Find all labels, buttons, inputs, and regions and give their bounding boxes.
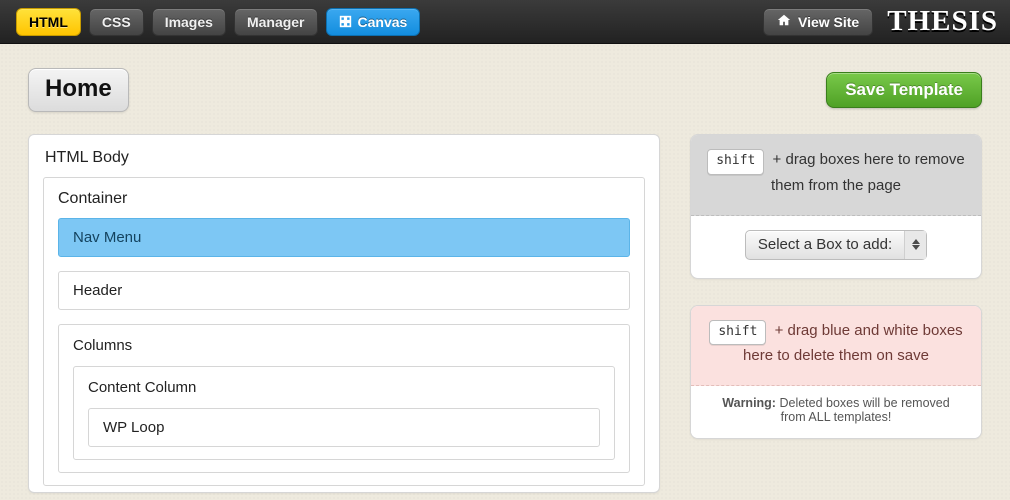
box-content-column-label: Content Column [88, 379, 600, 396]
warning-text: Deleted boxes will be removed from ALL t… [779, 396, 949, 424]
delete-card: shift + drag blue and white boxes here t… [690, 305, 982, 440]
tab-html[interactable]: HTML [16, 8, 81, 36]
box-header[interactable]: Header [58, 271, 630, 310]
box-nav-menu-label: Nav Menu [73, 229, 615, 246]
sidebar: shift + drag boxes here to remove them f… [690, 134, 982, 439]
remove-hint: shift + drag boxes here to remove them f… [707, 149, 965, 197]
delete-dropzone[interactable]: shift + drag blue and white boxes here t… [691, 306, 981, 387]
warning-label: Warning: [722, 396, 776, 410]
tab-label: Images [165, 14, 213, 30]
save-template-label: Save Template [845, 80, 963, 100]
tab-label: Canvas [358, 14, 408, 30]
box-columns-label: Columns [73, 337, 615, 354]
remove-dropzone[interactable]: shift + drag boxes here to remove them f… [691, 135, 981, 216]
delete-warning: Warning: Deleted boxes will be removed f… [691, 386, 981, 438]
box-wp-loop[interactable]: WP Loop [88, 408, 600, 447]
remove-hint-text: + drag boxes here to remove them from th… [771, 151, 965, 194]
tab-manager[interactable]: Manager [234, 8, 318, 36]
remove-card: shift + drag boxes here to remove them f… [690, 134, 982, 279]
box-html-body-label: HTML Body [45, 149, 643, 167]
box-columns[interactable]: Columns Content Column WP Loop [58, 324, 630, 473]
structure-panel: HTML Body Container Nav Menu Header Colu… [28, 134, 660, 493]
box-wp-loop-label: WP Loop [103, 419, 585, 436]
add-box-select[interactable]: Select a Box to add: [745, 230, 927, 260]
box-container-label: Container [58, 190, 630, 208]
box-header-label: Header [73, 282, 615, 299]
home-icon [777, 13, 791, 30]
kbd-shift: shift [707, 149, 764, 175]
top-tabs: HTML CSS Images Manager Canvas [16, 8, 420, 36]
page-title[interactable]: Home [28, 68, 129, 112]
box-nav-menu[interactable]: Nav Menu [58, 218, 630, 257]
tab-images[interactable]: Images [152, 8, 226, 36]
view-site-label: View Site [798, 14, 859, 30]
delete-hint: shift + drag blue and white boxes here t… [707, 320, 965, 368]
tab-label: Manager [247, 14, 305, 30]
tab-css[interactable]: CSS [89, 8, 144, 36]
tab-label: HTML [29, 14, 68, 30]
tab-label: CSS [102, 14, 131, 30]
box-container[interactable]: Container Nav Menu Header Columns Conten… [43, 177, 645, 486]
select-stepper-icon [904, 231, 926, 259]
top-bar: HTML CSS Images Manager Canvas View Site… [0, 0, 1010, 44]
add-box-section: Select a Box to add: [691, 216, 981, 278]
box-content-column[interactable]: Content Column WP Loop [73, 366, 615, 460]
brand-logo: THESIS [887, 5, 998, 38]
save-template-button[interactable]: Save Template [826, 72, 982, 108]
canvas-icon [339, 15, 352, 28]
kbd-shift: shift [709, 320, 766, 346]
tab-canvas[interactable]: Canvas [326, 8, 421, 36]
add-box-select-label: Select a Box to add: [746, 236, 904, 253]
title-row: Home Save Template [0, 44, 1010, 112]
main-area: HTML Body Container Nav Menu Header Colu… [0, 112, 1010, 493]
delete-hint-text: + drag blue and white boxes here to dele… [743, 322, 963, 365]
view-site-button[interactable]: View Site [763, 8, 873, 36]
